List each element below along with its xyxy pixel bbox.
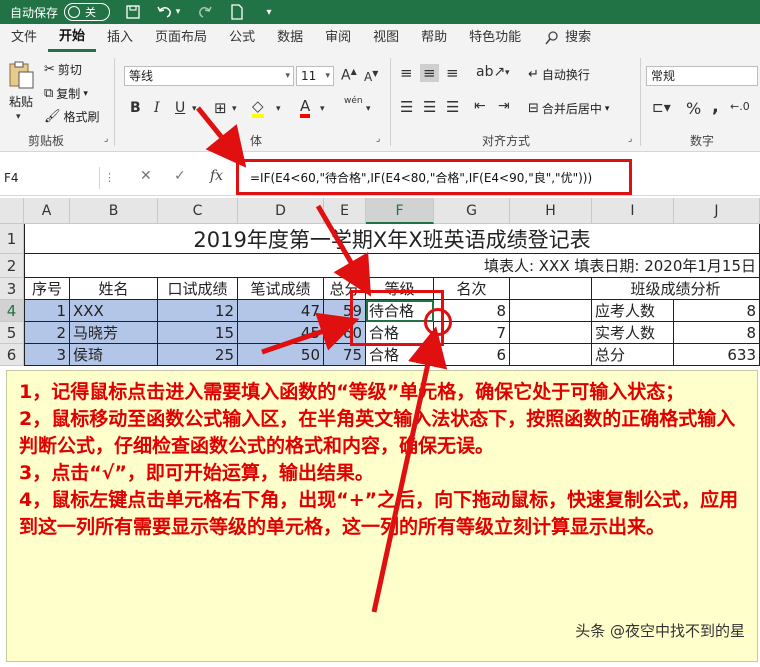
annotation-arrows <box>196 106 448 613</box>
